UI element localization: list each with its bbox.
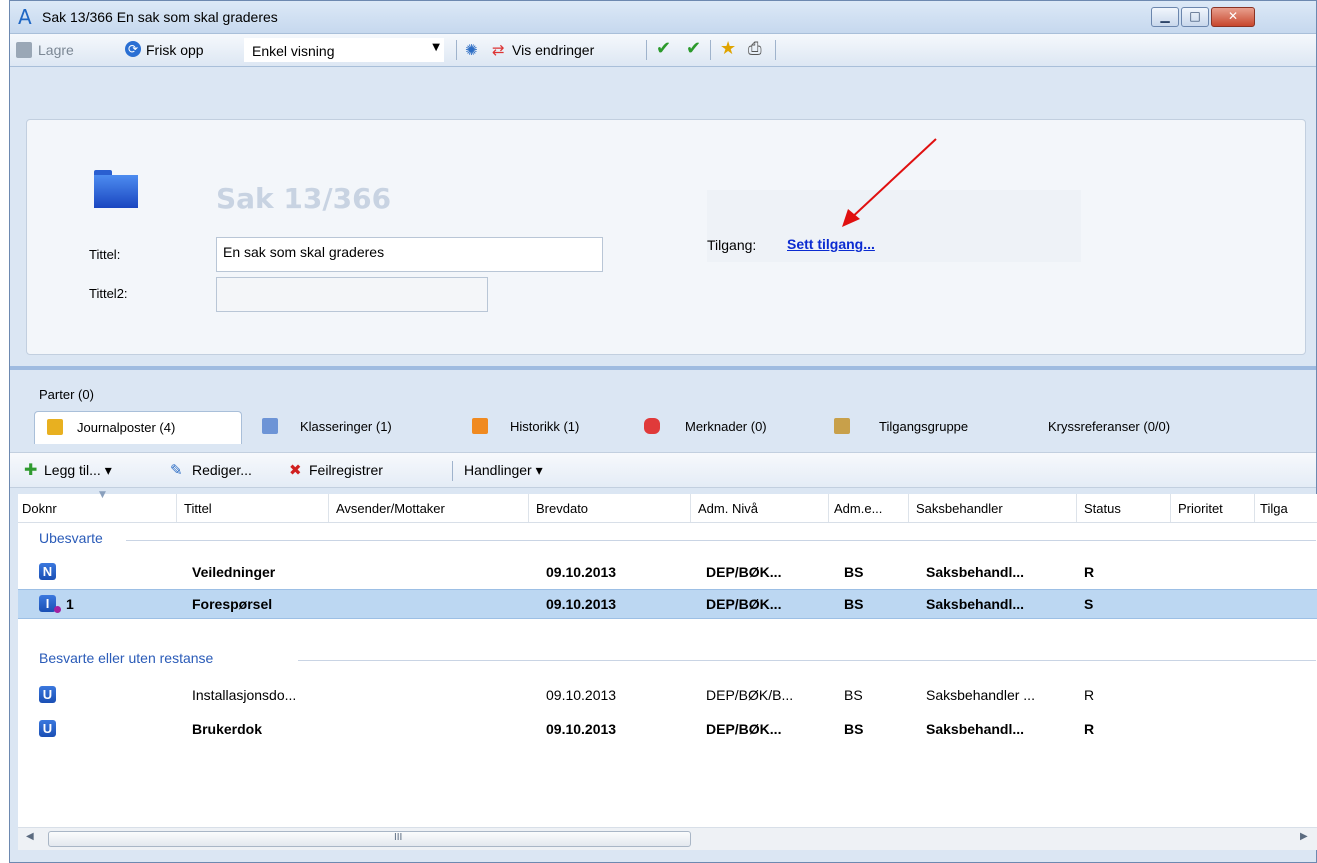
print-icon[interactable]: ⎙	[748, 41, 762, 58]
classification-icon	[262, 418, 278, 434]
col-prioritet[interactable]: Prioritet	[1178, 501, 1223, 516]
title2-label: Tittel2:	[89, 286, 128, 301]
maximize-icon[interactable]: □	[1181, 7, 1209, 27]
sort-indicator-icon: ▼	[99, 490, 106, 500]
col-tilgang[interactable]: Tilga	[1260, 501, 1288, 516]
scrollbar-thumb[interactable]: III	[48, 831, 691, 847]
title2-field[interactable]	[216, 277, 488, 312]
document-type-icon: N	[39, 563, 56, 580]
scrollbar-grip: III	[394, 832, 403, 843]
notification-dot-icon	[54, 606, 61, 613]
history-pen-icon	[472, 418, 488, 434]
title-bar: A Sak 13/366 En sak som skal graderes ▁ …	[10, 1, 1316, 34]
column-header-row: ▼ Doknr Tittel Avsender/Mottaker Brevdat…	[18, 490, 1317, 523]
toolbar-separator	[456, 40, 457, 60]
table-row-selected[interactable]: I 1 Forespørsel 09.10.2013 DEP/BØK... BS…	[18, 589, 1317, 619]
globe-icon[interactable]: ✺	[465, 42, 478, 58]
view-select-value: Enkel visning	[252, 43, 335, 59]
tab-tilgangsgruppe[interactable]: Tilgangsgruppe	[832, 411, 1002, 443]
col-adm-niva[interactable]: Adm. Nivå	[698, 501, 758, 516]
col-tittel[interactable]: Tittel	[184, 501, 212, 516]
tab-merknader[interactable]: Merknader (0)	[640, 411, 810, 443]
set-access-link[interactable]: Sett tilgang...	[787, 236, 875, 252]
scroll-left-icon[interactable]: ◀	[26, 831, 34, 842]
grid-toolbar: ✚ Legg til... ▾ ✎ Rediger... ✖ Feilregis…	[10, 452, 1316, 488]
add-button[interactable]: Legg til... ▾	[44, 462, 112, 479]
group-divider	[298, 660, 1316, 661]
group-header: Ubesvarte	[39, 530, 103, 546]
show-changes-button[interactable]: Vis endringer	[512, 42, 594, 58]
refresh-icon: ⟳	[125, 41, 141, 57]
chevron-down-icon: ▼	[432, 42, 440, 53]
parties-label[interactable]: Parter (0)	[39, 387, 94, 402]
scroll-right-icon[interactable]: ▶	[1300, 831, 1308, 842]
add-icon: ✚	[24, 460, 38, 479]
app-logo-icon: A	[18, 5, 32, 29]
tab-klasseringer[interactable]: Klasseringer (1)	[260, 411, 440, 443]
check-icon[interactable]: ✔	[656, 40, 671, 58]
case-window: A Sak 13/366 En sak som skal graderes ▁ …	[9, 0, 1317, 863]
minimize-icon[interactable]: ▁	[1151, 7, 1179, 27]
comment-icon	[644, 418, 660, 434]
view-select[interactable]: Enkel visning ▼	[244, 38, 444, 62]
table-row[interactable]: N Veiledninger 09.10.2013 DEP/BØK... BS …	[18, 558, 1317, 586]
col-saksbehandler[interactable]: Saksbehandler	[916, 501, 1003, 516]
col-status[interactable]: Status	[1084, 501, 1121, 516]
window-title: Sak 13/366 En sak som skal graderes	[42, 9, 278, 25]
journal-icon	[47, 419, 63, 435]
tab-strip: Journalposter (4) Klasseringer (1) Histo…	[10, 411, 1316, 444]
save-button[interactable]: Lagre	[38, 42, 74, 58]
col-adm-enhet[interactable]: Adm.e...	[834, 501, 882, 516]
col-doknr[interactable]: Doknr	[22, 501, 57, 516]
title-label: Tittel:	[89, 247, 121, 262]
lock-icon	[834, 418, 850, 434]
document-type-icon: U	[39, 686, 56, 703]
journal-grid: ▼ Doknr Tittel Avsender/Mottaker Brevdat…	[18, 490, 1317, 829]
edit-button[interactable]: Rediger...	[192, 462, 252, 478]
access-label: Tilgang:	[707, 237, 757, 253]
group-divider	[126, 540, 1316, 541]
splitter[interactable]	[10, 366, 1316, 370]
toolbar: Lagre ⟳ Frisk opp Enkel visning ▼ ✺ ⇄ Vi…	[10, 34, 1316, 67]
toolbar-separator	[775, 40, 776, 60]
delete-x-icon: ✖	[289, 461, 302, 479]
toolbar-separator	[646, 40, 647, 60]
horizontal-scrollbar[interactable]: ◀ III ▶	[18, 827, 1317, 850]
folder-icon	[94, 170, 138, 208]
document-type-icon: U	[39, 720, 56, 737]
tab-journalposter[interactable]: Journalposter (4)	[34, 411, 242, 444]
refresh-button[interactable]: Frisk opp	[146, 42, 204, 58]
close-icon[interactable]: ✕	[1211, 7, 1255, 27]
col-avsender[interactable]: Avsender/Mottaker	[336, 501, 445, 516]
col-brevdato[interactable]: Brevdato	[536, 501, 588, 516]
check-all-icon[interactable]: ✔	[686, 40, 701, 58]
tab-kryssreferanser[interactable]: Kryssreferanser (0/0)	[1048, 411, 1228, 443]
error-register-button[interactable]: Feilregistrer	[309, 462, 383, 478]
title-field[interactable]: En sak som skal graderes	[216, 237, 603, 272]
table-row[interactable]: U Brukerdok 09.10.2013 DEP/BØK... BS Sak…	[18, 715, 1317, 743]
annotation-arrow	[842, 138, 937, 227]
tab-historikk[interactable]: Historikk (1)	[468, 411, 618, 443]
compare-icon: ⇄	[492, 41, 505, 59]
pencil-icon: ✎	[170, 461, 183, 479]
actions-menu-button[interactable]: Handlinger ▾	[464, 462, 543, 479]
toolbar-separator	[710, 40, 711, 60]
save-icon	[16, 42, 32, 58]
table-row[interactable]: U Installasjonsdo... 09.10.2013 DEP/BØK/…	[18, 681, 1317, 709]
case-number-title: Sak 13/366	[216, 182, 392, 215]
toolbar-separator	[452, 461, 453, 481]
favorite-star-icon[interactable]: ★	[720, 40, 736, 58]
group-header: Besvarte eller uten restanse	[39, 650, 214, 666]
